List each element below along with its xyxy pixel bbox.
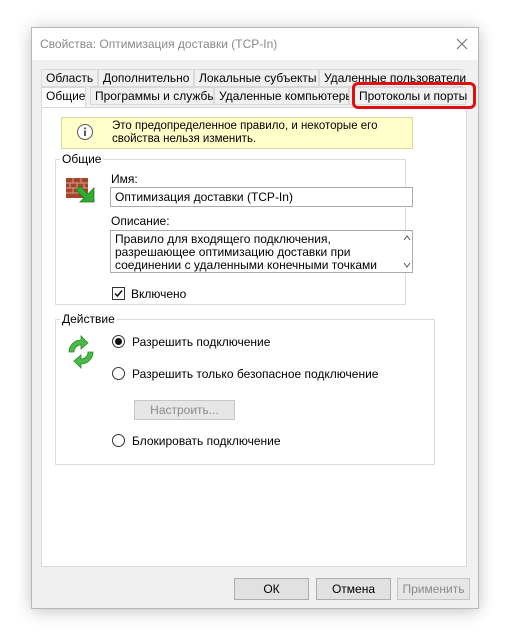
allow-connection-radio[interactable] [112,335,125,348]
title-bar: Свойства: Оптимизация доставки (TCP-In) [32,28,478,60]
general-group-label: Общие [60,152,104,166]
info-icon [77,124,93,140]
enabled-label: Включено [131,287,187,301]
scroll-down-icon[interactable] [403,261,411,269]
general-tab-panel: Это предопределенное правило, и некоторы… [41,107,467,567]
description-field[interactable]: Правило для входящего подключения, разре… [110,230,413,273]
action-group-label: Действие [60,312,117,326]
tab-advanced[interactable]: Дополнительно [98,69,194,87]
checkmark-icon [114,290,123,298]
general-group: Общие Имя: Оптимизация доставки (TCP-In)… [55,152,413,305]
firewall-rule-icon [66,178,95,203]
tab-remote-computers[interactable]: Удаленные компьютеры [214,87,354,105]
tab-local-principals[interactable]: Локальные субъекты [194,69,319,87]
close-icon [456,38,468,50]
close-button[interactable] [452,34,472,54]
properties-dialog: Свойства: Оптимизация доставки (TCP-In) … [32,28,478,608]
info-text: Это предопределенное правило, и некоторы… [112,120,378,145]
tab-general[interactable]: Общие [41,87,86,107]
tab-remote-users[interactable]: Удаленные пользователи [319,69,466,87]
cancel-button[interactable]: Отмена [316,578,391,600]
name-label: Имя: [111,172,138,186]
allow-connection-label: Разрешить подключение [132,335,271,349]
block-connection-label: Блокировать подключение [132,434,281,448]
allow-secure-label: Разрешить только безопасное подключение [132,367,379,381]
info-banner: Это предопределенное правило, и некоторы… [61,117,413,149]
name-field[interactable]: Оптимизация доставки (TCP-In) [110,187,413,207]
configure-button[interactable]: Настроить... [134,400,235,420]
scroll-up-icon[interactable] [403,234,411,242]
allow-arrows-icon [68,335,94,369]
action-group: Действие Разрешить подключение Разрешить… [55,312,435,465]
tab-programs-services[interactable]: Программы и службы [90,87,216,105]
apply-button[interactable]: Применить [397,578,470,600]
allow-secure-radio[interactable] [112,367,125,380]
tab-protocols-ports[interactable]: Протоколы и порты [349,87,467,105]
description-label: Описание: [111,214,170,228]
tab-scope[interactable]: Область [41,69,98,87]
enabled-checkbox[interactable] [112,287,125,300]
description-text: Правило для входящего подключения, разре… [115,232,377,272]
block-connection-radio[interactable] [112,434,125,447]
ok-button[interactable]: ОК [234,578,309,600]
window-title: Свойства: Оптимизация доставки (TCP-In) [40,37,278,51]
